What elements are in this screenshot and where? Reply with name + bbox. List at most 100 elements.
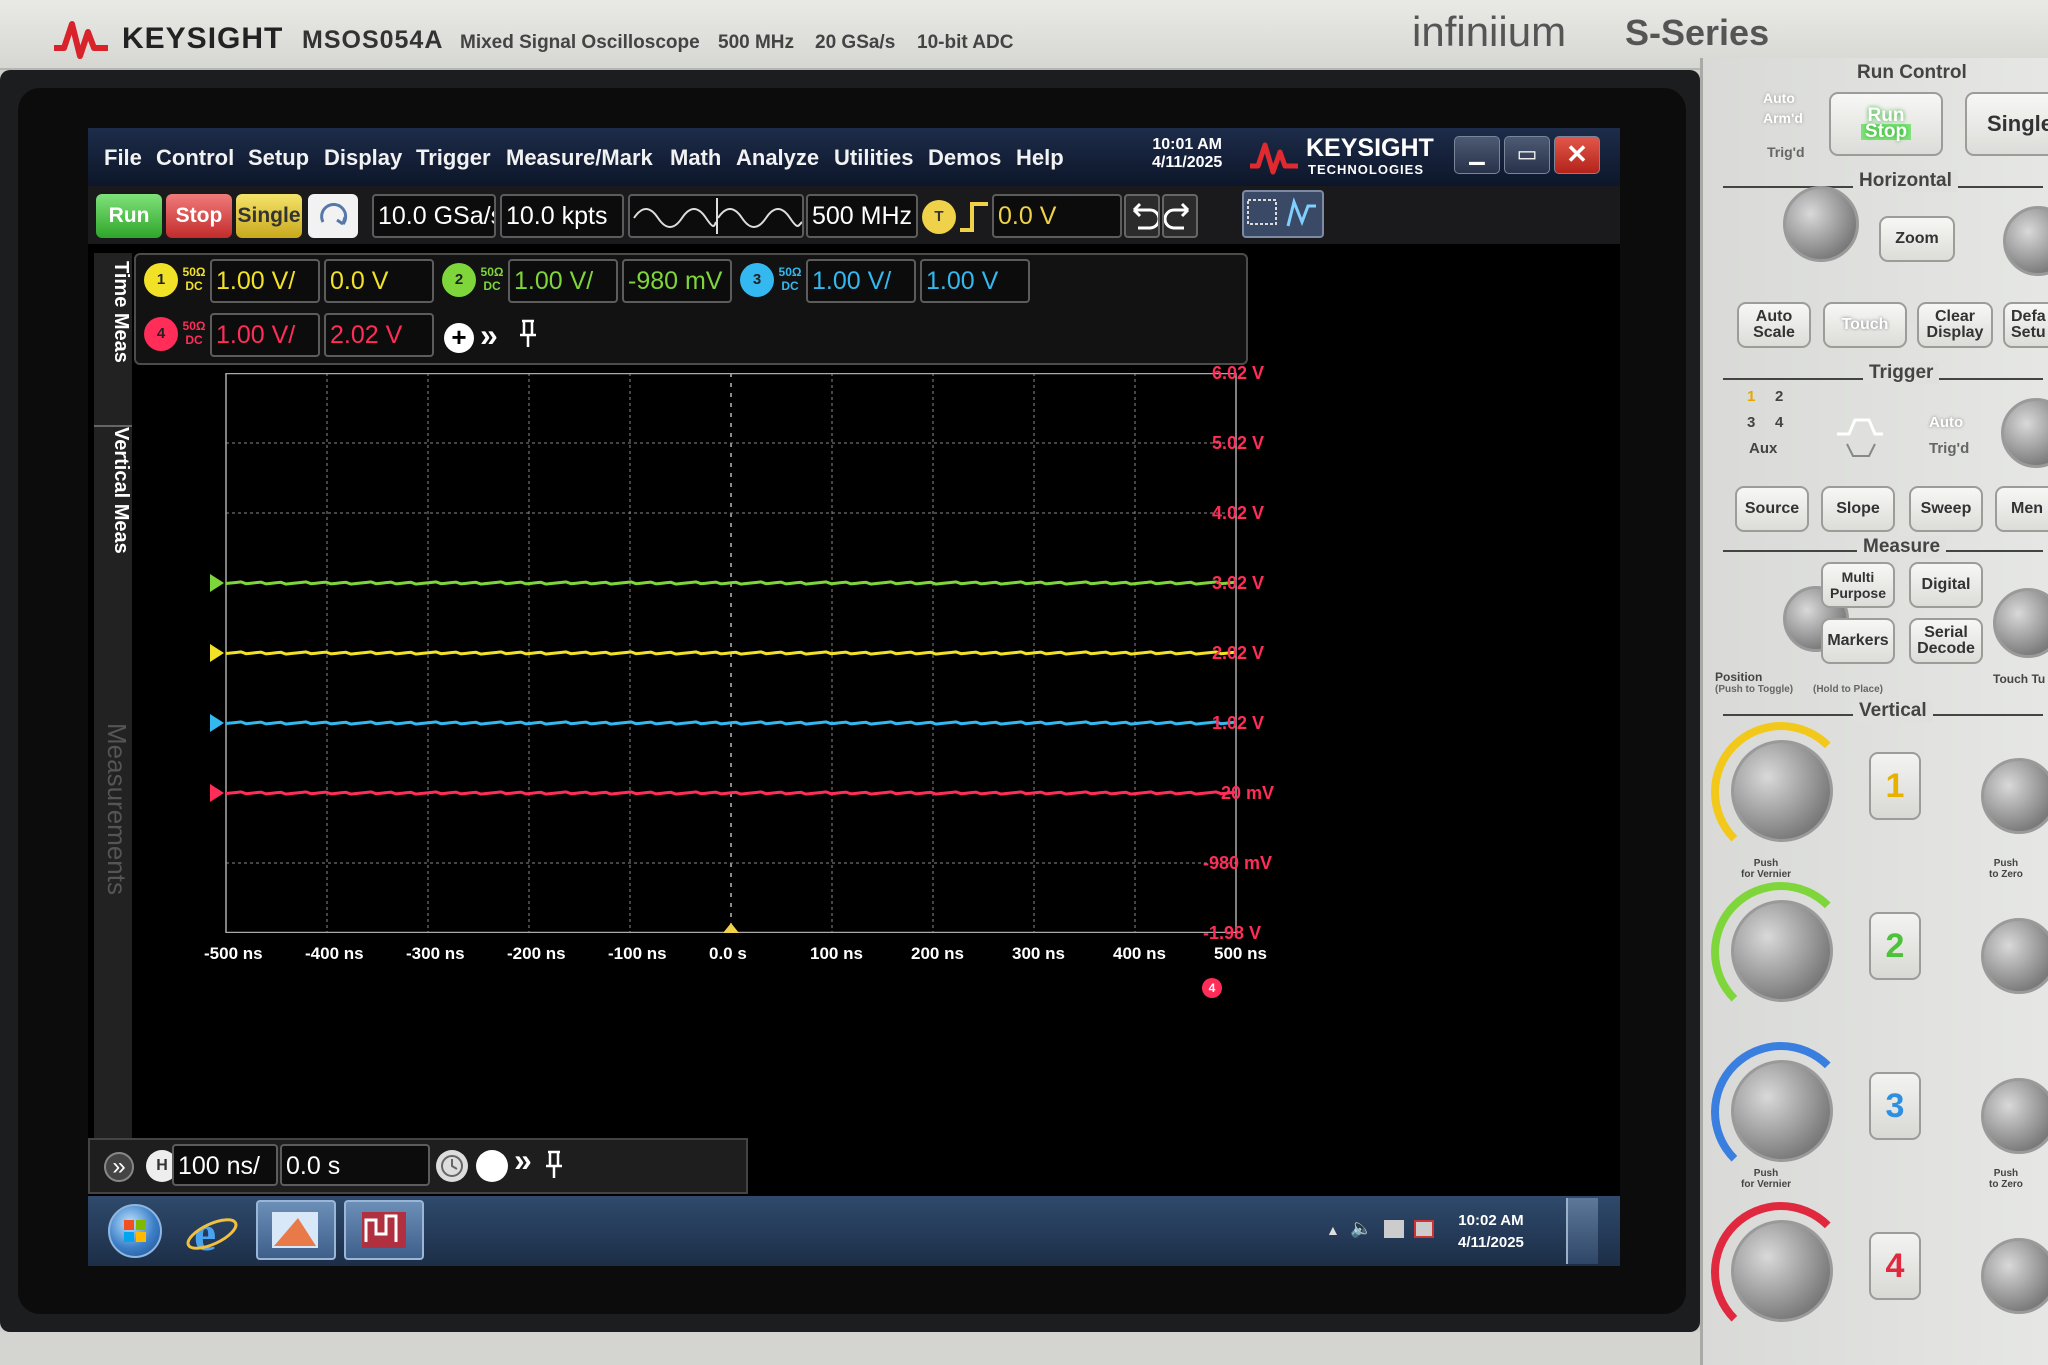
channel-2-button[interactable]: 2 — [1869, 912, 1921, 980]
tray-expand-icon[interactable]: ▲ — [1326, 1222, 1340, 1238]
menu-analyze[interactable]: Analyze — [736, 145, 819, 171]
menu-demos[interactable]: Demos — [928, 145, 1001, 171]
channel-3-badge[interactable]: 3 — [740, 263, 774, 297]
horizontal-expand-button[interactable]: » — [514, 1142, 532, 1179]
channel-3-scale-knob[interactable] — [1731, 1060, 1833, 1162]
measurements-panel-label[interactable]: Measurements — [94, 723, 132, 943]
close-button[interactable]: ✕ — [1554, 136, 1600, 174]
horizontal-position-field[interactable]: 0.0 s — [280, 1144, 430, 1186]
zoom-button[interactable]: Zoom — [1879, 216, 1955, 262]
trigger-position-marker[interactable] — [723, 923, 739, 933]
horizontal-mode-button[interactable] — [476, 1150, 508, 1182]
trigger-slope-button[interactable]: Slope — [1821, 486, 1895, 532]
network-icon[interactable] — [1384, 1220, 1404, 1238]
rising-edge-icon[interactable] — [958, 198, 990, 236]
markers-button[interactable]: Markers — [1821, 618, 1895, 664]
minimize-button[interactable]: ▁ — [1454, 136, 1500, 174]
trigger-level-knob[interactable] — [2001, 398, 2048, 468]
show-desktop-button[interactable] — [1566, 1198, 1598, 1264]
taskbar-app-2-button[interactable] — [344, 1200, 424, 1260]
pin-horizontal-button[interactable] — [542, 1148, 566, 1185]
volume-icon[interactable]: 🔈 — [1350, 1218, 1372, 1239]
action-center-icon[interactable] — [1414, 1220, 1434, 1238]
channel-2-offset[interactable]: -980 mV — [622, 259, 732, 303]
menu-help[interactable]: Help — [1016, 145, 1064, 171]
waveform-preview[interactable] — [628, 194, 804, 238]
channel-1-offset-knob[interactable] — [1981, 758, 2048, 834]
taskbar-clock[interactable]: 10:02 AM 4/11/2025 — [1458, 1210, 1524, 1254]
channel-2-scale-knob[interactable] — [1731, 900, 1833, 1002]
channel-3-ground-marker[interactable] — [210, 714, 224, 732]
menu-file[interactable]: File — [104, 145, 142, 171]
channel-4-offset-knob[interactable] — [1981, 1238, 2048, 1314]
acquisition-mode-button[interactable] — [308, 194, 358, 238]
horizontal-scale-knob[interactable] — [1783, 186, 1859, 262]
sample-rate-field[interactable]: 10.0 GSa/s — [372, 194, 496, 238]
tab-time-meas[interactable]: Time Meas — [94, 261, 132, 421]
channel-1-button[interactable]: 1 — [1869, 752, 1921, 820]
default-setup-button[interactable]: Defa Setu — [2003, 302, 2048, 348]
channel-1-scale[interactable]: 1.00 V/ — [210, 259, 320, 303]
menu-display[interactable]: Display — [324, 145, 402, 171]
redo-button[interactable] — [1162, 194, 1198, 238]
channel-2-ground-marker[interactable] — [210, 574, 224, 592]
channel-4-scale[interactable]: 1.00 V/ — [210, 313, 320, 357]
channel-3-scale[interactable]: 1.00 V/ — [806, 259, 916, 303]
channel-4-badge[interactable]: 4 — [144, 317, 178, 351]
menu-trigger[interactable]: Trigger — [416, 145, 491, 171]
trigger-sweep-button[interactable]: Sweep — [1909, 486, 1983, 532]
bandwidth-field[interactable]: 500 MHz — [806, 194, 918, 238]
digital-button[interactable]: Digital — [1909, 562, 1983, 608]
channel-2-offset-knob[interactable] — [1981, 918, 2048, 994]
channel-1-scale-knob[interactable] — [1731, 740, 1833, 842]
menu-control[interactable]: Control — [156, 145, 234, 171]
channel-4-scale-indicator[interactable]: 4 — [1202, 978, 1222, 998]
run-stop-button[interactable]: Run Stop — [1829, 92, 1943, 156]
channel-2-badge[interactable]: 2 — [442, 263, 476, 297]
undo-button[interactable] — [1124, 194, 1161, 238]
touch-tune-knob[interactable] — [1993, 588, 2048, 658]
clear-display-button[interactable]: Clear Display — [1917, 302, 1993, 348]
single-panel-button[interactable]: Single — [1965, 92, 2048, 156]
maximize-button[interactable]: ▭ — [1504, 136, 1550, 174]
add-channel-button[interactable]: + — [444, 323, 474, 353]
trigger-source-button[interactable]: Source — [1735, 486, 1809, 532]
expand-channels-button[interactable]: » — [480, 317, 498, 354]
expand-measurements-button[interactable]: » — [104, 1152, 134, 1182]
tab-vertical-meas[interactable]: Vertical Meas — [94, 425, 132, 585]
channel-2-scale[interactable]: 1.00 V/ — [508, 259, 618, 303]
channel-1-ground-marker[interactable] — [210, 644, 224, 662]
pin-channels-button[interactable] — [516, 317, 540, 356]
multi-purpose-button[interactable]: Multi Purpose — [1821, 562, 1895, 608]
channel-4-ground-marker[interactable] — [210, 784, 224, 802]
memory-depth-field[interactable]: 10.0 kpts — [500, 194, 624, 238]
trigger-badge[interactable]: T — [922, 200, 956, 234]
channel-4-button[interactable]: 4 — [1869, 1232, 1921, 1300]
stop-button[interactable]: Stop — [166, 194, 232, 238]
trigger-menu-button[interactable]: Men — [1995, 486, 2048, 532]
run-button[interactable]: Run — [96, 194, 162, 238]
horizontal-scale-field[interactable]: 100 ns/ — [172, 1144, 278, 1186]
channel-1-offset[interactable]: 0.0 V — [324, 259, 434, 303]
trigger-level-field[interactable]: 0.0 V — [992, 194, 1122, 238]
horizontal-position-knob[interactable] — [2003, 206, 2048, 276]
menu-math[interactable]: Math — [670, 145, 721, 171]
channel-4-offset[interactable]: 2.02 V — [324, 313, 434, 357]
serial-decode-button[interactable]: Serial Decode — [1909, 618, 1983, 664]
zoom-touch-mode-button[interactable] — [1242, 190, 1324, 238]
channel-3-offset[interactable]: 1.00 V — [920, 259, 1030, 303]
start-button[interactable] — [108, 1204, 162, 1258]
waveform-graticule[interactable] — [176, 373, 1600, 933]
touch-button[interactable]: Touch — [1823, 302, 1907, 348]
channel-3-offset-knob[interactable] — [1981, 1078, 2048, 1154]
channel-4-scale-knob[interactable] — [1731, 1220, 1833, 1322]
menu-measure-mark[interactable]: Measure/Mark — [506, 145, 653, 171]
menu-utilities[interactable]: Utilities — [834, 145, 913, 171]
single-button[interactable]: Single — [236, 194, 302, 238]
menu-setup[interactable]: Setup — [248, 145, 309, 171]
auto-scale-button[interactable]: Auto Scale — [1737, 302, 1811, 348]
channel-1-badge[interactable]: 1 — [144, 263, 178, 297]
taskbar-ie-button[interactable]: e — [180, 1205, 244, 1261]
taskbar-app-1-button[interactable] — [256, 1200, 336, 1260]
horizontal-reference-button[interactable] — [436, 1150, 468, 1182]
